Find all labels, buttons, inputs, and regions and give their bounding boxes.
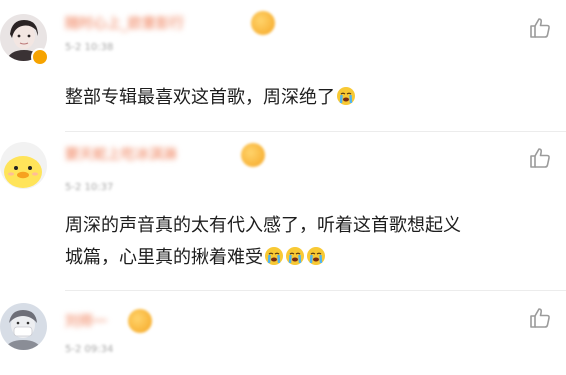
smiley-emoji-icon <box>251 11 275 35</box>
thumbs-up-icon[interactable] <box>528 306 552 330</box>
thumbs-up-icon[interactable] <box>528 146 552 170</box>
thumbs-up-icon[interactable] <box>528 16 552 40</box>
comment-text-line: 周深的声音真的太有代入感了，听着这首歌想起义 <box>65 215 461 236</box>
comment-timestamp: 5-2 10:37 <box>65 182 114 193</box>
yellow-duck-avatar-icon[interactable] <box>0 142 47 189</box>
comment-username[interactable]: 要天蛇上吃冰淇淋 <box>65 144 177 164</box>
comment-text-line: 城篇，心里真的揪着难受 <box>65 247 263 268</box>
comment-username[interactable]: 随时心上_欧意彭行 <box>65 13 184 33</box>
comment-text: 周深的声音真的太有代入感了，听着这首歌想起义 城篇，心里真的揪着难受 <box>65 210 535 274</box>
comment-text: 整部专辑最喜欢这首歌，周深绝了 <box>65 82 535 114</box>
comment-timestamp: 5-2 10:38 <box>65 42 114 53</box>
crying-face-emoji-icon <box>337 87 355 105</box>
comment-timestamp: 5-2 09:34 <box>65 344 114 355</box>
smiley-emoji-icon <box>128 309 152 333</box>
smiley-emoji-icon <box>241 143 265 167</box>
crying-face-emoji-icon <box>307 247 325 265</box>
crying-face-emoji-icon <box>265 247 283 265</box>
comment-username[interactable]: 刘师一 <box>65 311 107 331</box>
verified-badge <box>31 48 49 66</box>
comment-divider <box>65 131 566 132</box>
crying-face-emoji-icon <box>286 247 304 265</box>
comment-text-line: 整部专辑最喜欢这首歌，周深绝了 <box>65 87 335 108</box>
comment-divider <box>65 290 566 291</box>
masked-person-avatar-icon[interactable] <box>0 303 47 350</box>
